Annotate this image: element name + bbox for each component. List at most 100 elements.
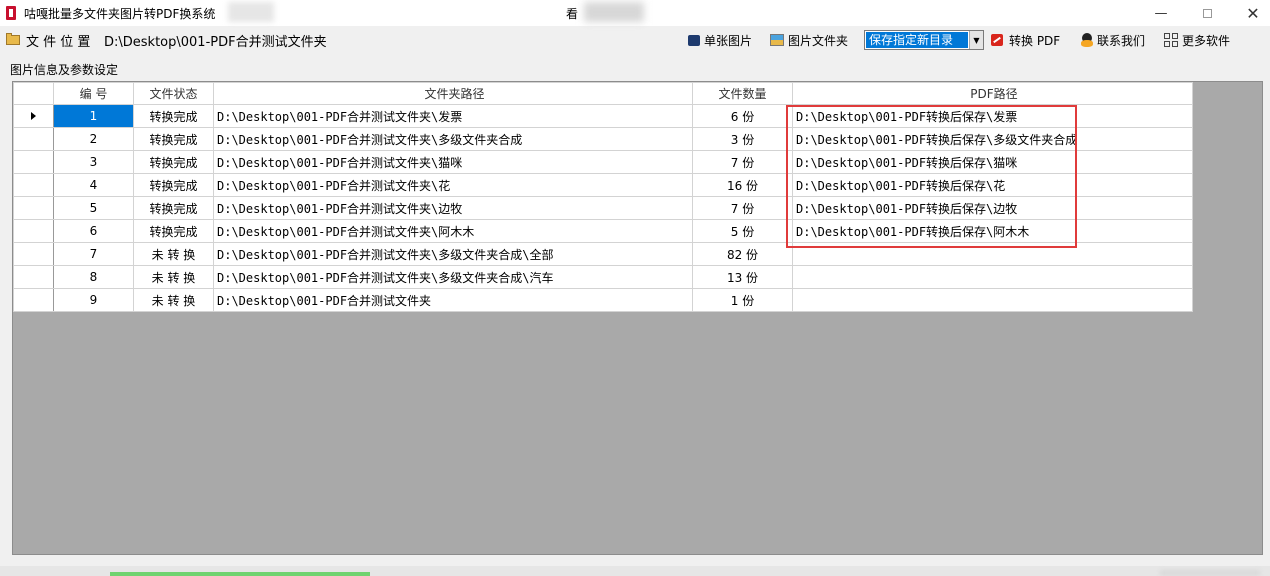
maximize-icon	[1202, 8, 1212, 18]
save-option-select[interactable]: 保存指定新目录 ▼	[864, 30, 984, 50]
row-number[interactable]: 8	[53, 265, 134, 289]
contact-us-label: 联系我们	[1097, 33, 1146, 48]
row-header[interactable]	[13, 242, 54, 266]
row-file-count[interactable]: 6 份	[692, 104, 793, 128]
table-row[interactable]: 1 转换完成 D:\Desktop\001-PDF合并测试文件夹\发票 6 份 …	[13, 104, 1193, 128]
row-folder-path[interactable]: D:\Desktop\001-PDF合并测试文件夹\阿木木	[213, 219, 693, 243]
app-window: 咕嘎批量多文件夹图片转PDF换系统 看 — ✕ 文 件 位 置 D:\Deskt…	[0, 0, 1270, 576]
row-number[interactable]: 1	[53, 104, 134, 128]
qq-icon	[1080, 33, 1094, 47]
row-header[interactable]	[13, 265, 54, 289]
row-status[interactable]: 转换完成	[133, 127, 214, 151]
table-row[interactable]: 7 未 转 换 D:\Desktop\001-PDF合并测试文件夹\多级文件夹合…	[13, 242, 1193, 266]
row-status[interactable]: 转换完成	[133, 196, 214, 220]
table-row[interactable]: 2 转换完成 D:\Desktop\001-PDF合并测试文件夹\多级文件夹合成…	[13, 127, 1193, 151]
table-header-row: 编 号 文件状态 文件夹路径 文件数量 PDF路径	[13, 82, 1193, 105]
row-pdf-path[interactable]	[792, 265, 1193, 289]
row-pdf-path[interactable]: D:\Desktop\001-PDF转换后保存\阿木木	[792, 219, 1193, 243]
row-folder-path[interactable]: D:\Desktop\001-PDF合并测试文件夹\多级文件夹合成	[213, 127, 693, 151]
row-folder-path[interactable]: D:\Desktop\001-PDF合并测试文件夹	[213, 288, 693, 312]
row-status[interactable]: 转换完成	[133, 104, 214, 128]
row-folder-path[interactable]: D:\Desktop\001-PDF合并测试文件夹\多级文件夹合成\汽车	[213, 265, 693, 289]
row-folder-path[interactable]: D:\Desktop\001-PDF合并测试文件夹\多级文件夹合成\全部	[213, 242, 693, 266]
file-table: 编 号 文件状态 文件夹路径 文件数量 PDF路径 1 转换完成 D:\Desk…	[13, 82, 1193, 312]
row-header[interactable]	[13, 150, 54, 174]
row-header[interactable]	[13, 196, 54, 220]
row-header[interactable]	[13, 219, 54, 243]
row-file-count[interactable]: 5 份	[692, 219, 793, 243]
row-number[interactable]: 2	[53, 127, 134, 151]
column-header[interactable]: 文件数量	[692, 82, 793, 105]
row-file-count[interactable]: 3 份	[692, 127, 793, 151]
toolbar: 文 件 位 置 D:\Desktop\001-PDF合并测试文件夹 单张图片 图…	[0, 28, 1270, 52]
row-status[interactable]: 未 转 换	[133, 242, 214, 266]
row-number[interactable]: 7	[53, 242, 134, 266]
open-folder-icon	[6, 33, 22, 46]
table-row[interactable]: 8 未 转 换 D:\Desktop\001-PDF合并测试文件夹\多级文件夹合…	[13, 265, 1193, 289]
row-header[interactable]	[13, 127, 54, 151]
table-row[interactable]: 3 转换完成 D:\Desktop\001-PDF合并测试文件夹\猫咪 7 份 …	[13, 150, 1193, 174]
row-pdf-path[interactable]	[792, 242, 1193, 266]
image-folder-button[interactable]: 图片文件夹	[770, 29, 848, 51]
table-row[interactable]: 4 转换完成 D:\Desktop\001-PDF合并测试文件夹\花 16 份 …	[13, 173, 1193, 197]
pdf-icon	[990, 33, 1004, 47]
row-folder-path[interactable]: D:\Desktop\001-PDF合并测试文件夹\边牧	[213, 196, 693, 220]
row-file-count[interactable]: 1 份	[692, 288, 793, 312]
row-pdf-path[interactable]: D:\Desktop\001-PDF转换后保存\发票	[792, 104, 1193, 128]
row-file-count[interactable]: 82 份	[692, 242, 793, 266]
row-header-corner	[13, 82, 54, 105]
row-status[interactable]: 转换完成	[133, 219, 214, 243]
row-status[interactable]: 转换完成	[133, 173, 214, 197]
row-file-count[interactable]: 16 份	[692, 173, 793, 197]
single-image-label: 单张图片	[704, 33, 753, 48]
row-pdf-path[interactable]: D:\Desktop\001-PDF转换后保存\边牧	[792, 196, 1193, 220]
row-pdf-path[interactable]: D:\Desktop\001-PDF转换后保存\猫咪	[792, 150, 1193, 174]
table-row[interactable]: 6 转换完成 D:\Desktop\001-PDF合并测试文件夹\阿木木 5 份…	[13, 219, 1193, 243]
column-header[interactable]: 文件夹路径	[213, 82, 693, 105]
more-software-button[interactable]: 更多软件	[1164, 29, 1230, 51]
row-number[interactable]: 9	[53, 288, 134, 312]
row-status[interactable]: 未 转 换	[133, 265, 214, 289]
blurred-region	[1160, 570, 1260, 576]
row-pdf-path[interactable]: D:\Desktop\001-PDF转换后保存\多级文件夹合成	[792, 127, 1193, 151]
row-pdf-path[interactable]: D:\Desktop\001-PDF转换后保存\花	[792, 173, 1193, 197]
convert-pdf-button[interactable]: 转换 PDF	[990, 29, 1060, 51]
blurred-region	[584, 2, 644, 22]
photo-folder-icon	[770, 34, 784, 46]
window-title: 咕嘎批量多文件夹图片转PDF换系统	[24, 6, 216, 21]
row-folder-path[interactable]: D:\Desktop\001-PDF合并测试文件夹\发票	[213, 104, 693, 128]
title-bar: 咕嘎批量多文件夹图片转PDF换系统 看 — ✕	[0, 0, 1270, 26]
column-header[interactable]: PDF路径	[792, 82, 1193, 105]
single-image-button[interactable]: 单张图片	[688, 29, 752, 51]
contact-us-button[interactable]: 联系我们	[1080, 29, 1145, 51]
chevron-down-icon[interactable]: ▼	[969, 31, 983, 49]
file-location-button[interactable]: 文 件 位 置	[6, 29, 90, 51]
table-row[interactable]: 9 未 转 换 D:\Desktop\001-PDF合并测试文件夹 1 份	[13, 288, 1193, 312]
row-file-count[interactable]: 7 份	[692, 196, 793, 220]
row-status[interactable]: 转换完成	[133, 150, 214, 174]
convert-pdf-label: 转换 PDF	[1009, 33, 1061, 48]
row-number[interactable]: 6	[53, 219, 134, 243]
current-row-arrow-icon	[31, 112, 36, 120]
row-number[interactable]: 4	[53, 173, 134, 197]
minimize-button[interactable]: —	[1138, 0, 1184, 26]
data-grid: 编 号 文件状态 文件夹路径 文件数量 PDF路径 1 转换完成 D:\Desk…	[12, 81, 1263, 555]
row-folder-path[interactable]: D:\Desktop\001-PDF合并测试文件夹\花	[213, 173, 693, 197]
close-button[interactable]: ✕	[1230, 0, 1270, 26]
maximize-button[interactable]	[1184, 0, 1230, 26]
row-file-count[interactable]: 7 份	[692, 150, 793, 174]
app-pdf-icon	[4, 6, 18, 20]
row-header[interactable]	[13, 173, 54, 197]
row-status[interactable]: 未 转 换	[133, 288, 214, 312]
row-header[interactable]	[13, 104, 54, 128]
path-value: D:\Desktop\001-PDF合并测试文件夹	[104, 34, 327, 50]
column-header[interactable]: 文件状态	[133, 82, 214, 105]
row-number[interactable]: 5	[53, 196, 134, 220]
row-folder-path[interactable]: D:\Desktop\001-PDF合并测试文件夹\猫咪	[213, 150, 693, 174]
row-file-count[interactable]: 13 份	[692, 265, 793, 289]
table-row[interactable]: 5 转换完成 D:\Desktop\001-PDF合并测试文件夹\边牧 7 份 …	[13, 196, 1193, 220]
column-header[interactable]: 编 号	[53, 82, 134, 105]
row-pdf-path[interactable]	[792, 288, 1193, 312]
row-header[interactable]	[13, 288, 54, 312]
row-number[interactable]: 3	[53, 150, 134, 174]
